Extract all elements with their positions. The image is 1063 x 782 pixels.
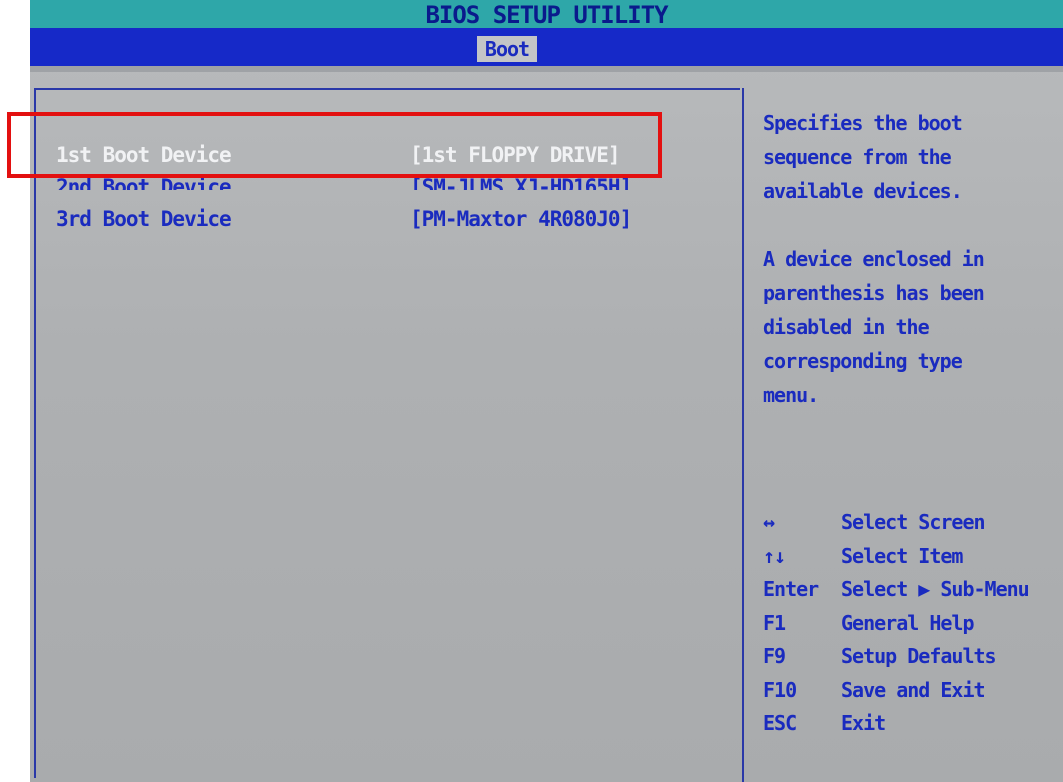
key-name: F10 <box>763 677 797 702</box>
key-description: Setup Defaults <box>841 644 997 668</box>
boot-device-label: 3rd Boot Device <box>56 207 232 231</box>
tab-boot[interactable]: Boot <box>477 36 537 62</box>
help-line: corresponding type <box>763 349 963 373</box>
boot-device-label: 1st Boot Device <box>56 143 232 167</box>
key-description: Exit <box>841 711 886 735</box>
key-name: F9 <box>763 644 786 668</box>
key-description: General Help <box>841 610 974 635</box>
title-bar: BIOS SETUP UTILITY <box>30 0 1063 29</box>
bios-screen: BIOS SETUP UTILITY Boot 1st Boot Device … <box>30 0 1063 782</box>
help-line: sequence from the <box>763 145 952 169</box>
help-line: A device enclosed in <box>763 247 985 271</box>
help-line: parenthesis has been <box>763 281 985 305</box>
help-line: menu. <box>763 383 819 407</box>
boot-device-value[interactable]: [1st FLOPPY DRIVE] <box>410 140 621 170</box>
left-right-arrow-icon: ↔ <box>763 510 775 534</box>
page-title: BIOS SETUP UTILITY <box>425 1 668 29</box>
key-name: F1 <box>763 610 786 635</box>
key-description: Select Item <box>841 543 963 568</box>
panel-divider <box>742 88 744 782</box>
boot-settings-panel: 1st Boot Device [1st FLOPPY DRIVE] 2nd B… <box>34 88 740 778</box>
key-legend-row: ↔ Select Screen <box>763 506 1063 540</box>
key-description: Select Screen <box>841 510 986 534</box>
help-line: Specifies the boot <box>763 111 963 135</box>
key-description: Save and Exit <box>841 677 986 702</box>
up-down-arrow-icon: ↑↓ <box>763 543 786 568</box>
key-legend: ↔ Select Screen ↑↓ Select Item Enter Sel… <box>763 506 1063 741</box>
key-description: Select ▶ Sub-Menu <box>841 577 1030 601</box>
key-legend-row: ↑↓ Select Item <box>763 540 1063 574</box>
key-legend-row: ESC Exit <box>763 707 1063 741</box>
help-line: available devices. <box>763 179 963 203</box>
key-name: ESC <box>763 711 797 735</box>
help-line: disabled in the <box>763 315 930 339</box>
key-legend-row: Enter Select ▶ Sub-Menu <box>763 573 1063 607</box>
help-line <box>763 208 1063 242</box>
boot-device-value[interactable]: [SM-JLMS XJ-HD165H] <box>410 172 631 190</box>
key-legend-row: F1 General Help <box>763 607 1063 641</box>
tab-strip-divider <box>30 66 1063 72</box>
help-panel: Specifies the boot sequence from the ava… <box>763 106 1063 412</box>
key-legend-row: F10 Save and Exit <box>763 674 1063 708</box>
key-name: Enter <box>763 577 819 601</box>
boot-device-value[interactable]: [PM-Maxtor 4R080J0] <box>410 204 632 234</box>
boot-device-label: 2nd Boot Device <box>56 175 231 199</box>
key-legend-row: F9 Setup Defaults <box>763 640 1063 674</box>
tab-strip: Boot <box>30 28 1063 66</box>
